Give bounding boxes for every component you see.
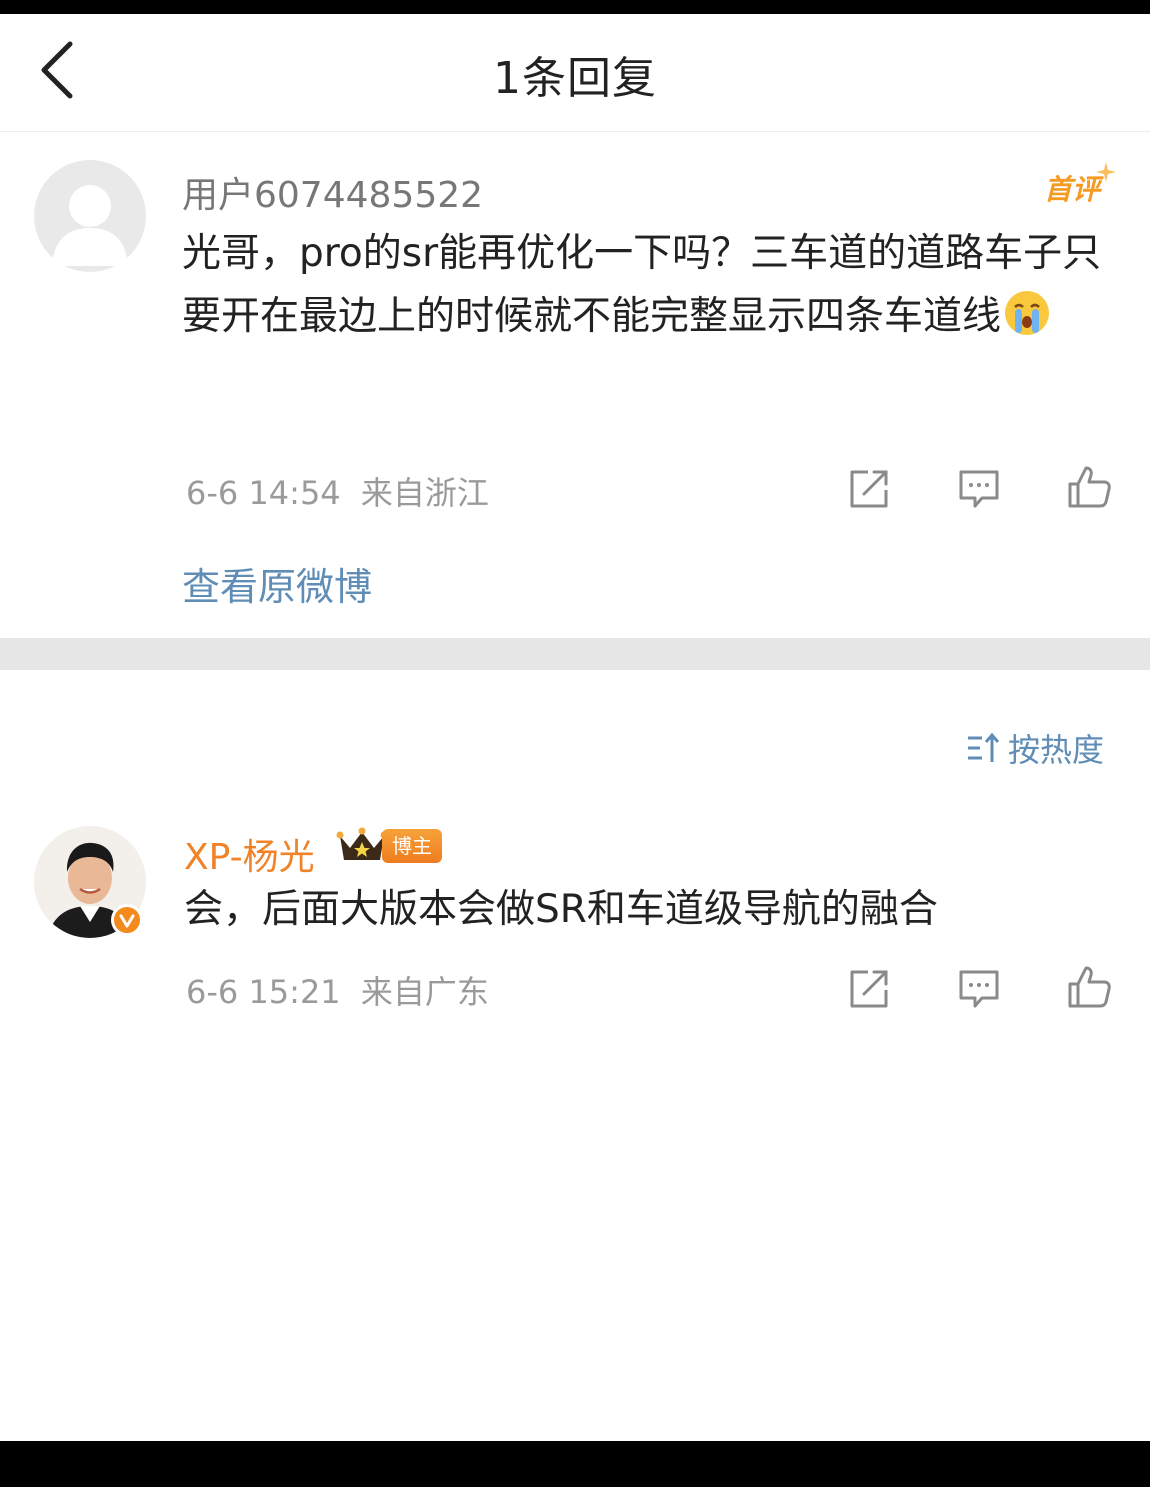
sort-icon bbox=[968, 732, 1000, 762]
verified-v-icon bbox=[119, 914, 135, 928]
page-title: 1条回复 bbox=[493, 53, 657, 104]
avatar-default[interactable] bbox=[34, 160, 146, 272]
comment-meta: 6-6 14:54 来自浙江 bbox=[186, 468, 489, 514]
share-icon bbox=[850, 470, 888, 508]
comment-time: 6-6 14:54 bbox=[186, 474, 341, 512]
view-original-post-link[interactable]: 查看原微博 bbox=[182, 556, 372, 611]
bottom-black-bar bbox=[0, 1441, 1150, 1487]
reply-time: 6-6 15:21 bbox=[186, 973, 341, 1011]
sort-toggle[interactable]: 按热度 bbox=[966, 726, 1104, 770]
reply-comment-button[interactable] bbox=[956, 966, 1002, 1012]
comment-icon bbox=[959, 470, 999, 508]
share-button[interactable] bbox=[846, 466, 892, 512]
verified-badge bbox=[111, 904, 143, 936]
comment-location: 来自浙江 bbox=[360, 474, 489, 512]
first-comment-badge: 首评 bbox=[1044, 173, 1101, 206]
blogger-tag: 博主 bbox=[382, 829, 442, 863]
reply-share-button[interactable] bbox=[846, 966, 892, 1012]
comment-body: 光哥，pro的sr能再优化一下吗？三车道的道路车子只要开在最边上的时候就不能完整… bbox=[182, 222, 1127, 348]
comment-username[interactable]: 用户6074485522 bbox=[182, 166, 483, 218]
reply-location: 来自广东 bbox=[360, 973, 489, 1011]
crying-face-icon bbox=[1005, 291, 1050, 335]
app-screen: 1条回复 用户6074485522 首评 光哥，pro的sr能再优化一下吗？三车… bbox=[0, 14, 1150, 1441]
top-bar: 1条回复 bbox=[0, 14, 1150, 132]
sparkle-icon bbox=[1096, 162, 1116, 182]
comment-icon bbox=[959, 970, 999, 1008]
user-silhouette-icon bbox=[52, 185, 128, 266]
like-button[interactable] bbox=[1066, 464, 1112, 510]
reply-text: 会，后面大版本会做SR和车道级导航的融合 bbox=[184, 887, 938, 932]
share-icon bbox=[850, 970, 888, 1008]
like-icon bbox=[1068, 466, 1111, 508]
like-icon bbox=[1068, 966, 1111, 1008]
reply-author-name[interactable]: XP-杨光 bbox=[184, 828, 315, 880]
sort-label: 按热度 bbox=[1008, 731, 1105, 769]
reply-meta: 6-6 15:21 来自广东 bbox=[186, 967, 489, 1013]
comment-text: 光哥，pro的sr能再优化一下吗？三车道的道路车子只要开在最边上的时候就不能完整… bbox=[182, 231, 1102, 339]
comment-button[interactable] bbox=[956, 466, 1002, 512]
crown-icon bbox=[336, 827, 388, 860]
reply-like-button[interactable] bbox=[1066, 964, 1112, 1010]
section-divider bbox=[0, 638, 1150, 670]
